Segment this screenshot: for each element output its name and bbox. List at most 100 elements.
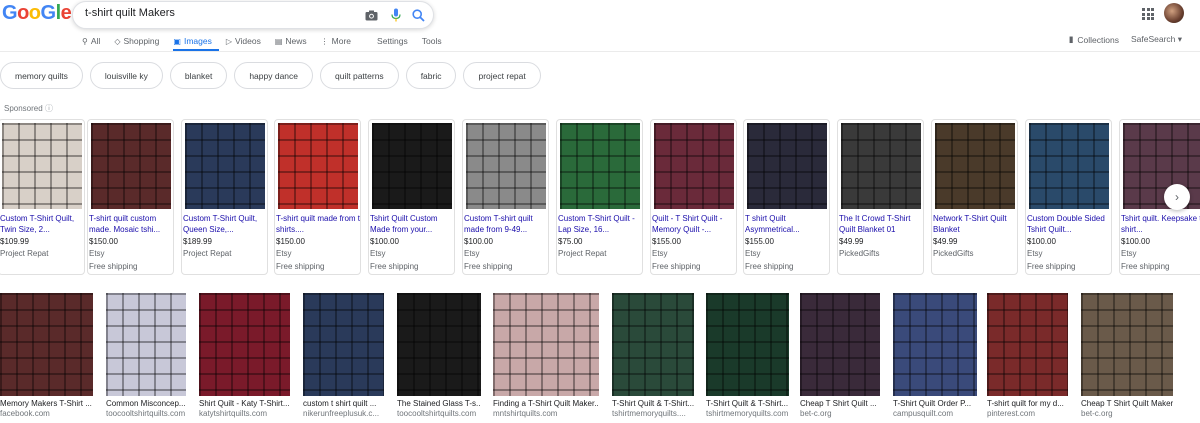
image-result[interactable]: Cheap T Shirt Quilt ... bet-c.org [800,293,880,419]
product-card[interactable]: Network T-Shirt Quilt Blanket $49.99 Picke… [931,119,1018,275]
product-image[interactable] [466,123,546,209]
product-card[interactable]: The It Crowd T-Shirt Quilt Blanket 01 $49… [837,119,924,275]
product-card[interactable]: Custom T-Shirt Quilt - Lap Size, 16... $7… [556,119,643,275]
avatar[interactable] [1164,3,1184,23]
image-result[interactable]: Finding a T-Shirt Quilt Maker... mntshirt… [493,293,599,419]
result-image[interactable] [493,293,599,396]
image-result[interactable]: T-shirt quilt for my d... pinterest.com [987,293,1068,419]
product-image[interactable] [841,123,921,209]
chip[interactable]: project repat [463,62,541,89]
chip[interactable]: quilt patterns [320,62,399,89]
product-card[interactable]: T-shirt quilt custom made. Mosaic tshi..… [87,119,174,275]
product-title[interactable]: Custom T-Shirt Quilt, Twin Size, 2... [0,213,84,235]
product-title[interactable]: Custom T-shirt quilt made from 9-49... [463,213,548,235]
product-card[interactable]: Quilt - T Shirt Quilt - Memory Quilt -..… [650,119,737,275]
result-image[interactable] [106,293,186,396]
result-title[interactable]: T-shirt quilt for my d... [987,399,1068,409]
product-card[interactable]: Tshirt Quilt Custom Made from your... $10… [368,119,455,275]
chip[interactable]: fabric [405,62,457,89]
settings-link[interactable]: Settings [377,34,408,48]
result-title[interactable]: Memory Makers T-Shirt ... [0,399,93,409]
product-title[interactable]: Custom T-Shirt Quilt, Queen Size,... [182,213,267,235]
search-box[interactable] [72,1,434,29]
result-title[interactable]: T-Shirt Quilt & T-Shirt... [706,399,789,409]
result-image[interactable] [0,293,93,396]
product-title[interactable]: Custom T-Shirt Quilt - Lap Size, 16... [557,213,642,235]
result-image[interactable] [1081,293,1173,396]
product-title[interactable]: Quilt - T Shirt Quilt - Memory Quilt -..… [651,213,736,235]
next-arrow-button[interactable]: › [1164,184,1190,210]
product-card[interactable]: Custom T-Shirt Quilt, Twin Size, 2... $10… [0,119,85,275]
tab-more[interactable]: ⋮ More [321,34,351,48]
result-image[interactable] [303,293,384,396]
result-title[interactable]: Shirt Quilt - Katy T-Shirt... [199,399,290,409]
tab-shopping[interactable]: ◇ Shopping [114,34,159,48]
product-card[interactable]: Custom Double Sided Tshirt Quilt... $100.… [1025,119,1112,275]
chip[interactable]: blanket [169,62,228,89]
microphone-icon[interactable] [388,7,404,23]
result-image[interactable] [199,293,290,396]
product-title[interactable]: T-shirt quilt made from t shirts.... [275,213,360,235]
info-icon[interactable]: ⓘ [45,104,53,113]
product-title[interactable]: T-shirt quilt custom made. Mosaic tshi..… [88,213,173,235]
product-image[interactable] [2,123,82,209]
result-title[interactable]: Finding a T-Shirt Quilt Maker... [493,399,599,409]
result-image[interactable] [987,293,1068,396]
product-image[interactable] [1029,123,1109,209]
camera-icon[interactable] [363,7,379,23]
product-image[interactable] [372,123,452,209]
result-title[interactable]: custom t shirt quilt ... [303,399,384,409]
image-result[interactable]: T-Shirt Quilt & T-Shirt... tshirtmemoryqu… [706,293,789,419]
product-title[interactable]: Custom Double Sided Tshirt Quilt... [1026,213,1111,235]
image-result[interactable]: T-Shirt Quilt Order P... campusquilt.com [893,293,977,419]
product-image[interactable] [185,123,265,209]
image-result[interactable]: Common Misconcep... toocooltshirtquilts.c… [106,293,186,419]
chip[interactable]: happy dance [234,62,314,89]
product-card[interactable]: Custom T-shirt quilt made from 9-49... $1… [462,119,549,275]
product-title[interactable]: Tshirt Quilt Custom Made from your... [369,213,454,235]
image-result[interactable]: The Stained Glass T-s... toocooltshirtqui… [397,293,481,419]
product-image[interactable] [747,123,827,209]
product-card[interactable]: T shirt Quilt Asymmetrical... $155.00 Etsy… [743,119,830,275]
product-title[interactable]: The It Crowd T-Shirt Quilt Blanket 01 [838,213,923,235]
search-icon[interactable] [410,7,426,23]
image-result[interactable]: T-Shirt Quilt & T-Shirt... tshirtmemoryqu… [612,293,694,419]
product-image[interactable] [654,123,734,209]
result-image[interactable] [706,293,789,396]
product-image[interactable] [935,123,1015,209]
tab-all[interactable]: ⚲ All [82,34,100,48]
result-title[interactable]: Cheap T Shirt Quilt ... [800,399,880,409]
result-title[interactable]: The Stained Glass T-s... [397,399,481,409]
collections-link[interactable]: ▮ Collections [1069,34,1119,45]
product-title[interactable]: Network T-Shirt Quilt Blanket [932,213,1017,235]
tools-link[interactable]: Tools [422,34,442,48]
image-result[interactable]: Cheap T Shirt Quilt Makers | ...bet-c.or… [1081,293,1173,419]
image-result[interactable]: Shirt Quilt - Katy T-Shirt... katytshirtq… [199,293,290,419]
result-image[interactable] [893,293,977,396]
product-image[interactable] [278,123,358,209]
product-card[interactable]: Custom T-Shirt Quilt, Queen Size,... $189… [181,119,268,275]
result-image[interactable] [397,293,481,396]
apps-grid-icon[interactable] [1142,8,1154,20]
result-title[interactable]: T-Shirt Quilt & T-Shirt... [612,399,694,409]
product-image[interactable] [560,123,640,209]
tab-videos[interactable]: ▷ Videos [226,34,261,48]
tab-images[interactable]: ▣ Images [173,34,211,48]
result-title[interactable]: Cheap T Shirt Quilt Makers | ... [1081,399,1173,409]
result-title[interactable]: T-Shirt Quilt Order P... [893,399,977,409]
result-image[interactable] [612,293,694,396]
product-title[interactable]: Tshirt quilt. Keepsake t-shirt... [1120,213,1200,235]
search-input[interactable] [85,7,345,19]
image-result[interactable]: custom t shirt quilt ... nikerunfreeplusu… [303,293,384,419]
google-logo[interactable]: GooGle [2,2,72,25]
result-image[interactable] [800,293,880,396]
chip[interactable]: louisville ky [89,62,163,89]
product-image[interactable] [91,123,171,209]
image-result[interactable]: Memory Makers T-Shirt ... facebook.com [0,293,93,419]
chip[interactable]: memory quilts [0,62,83,89]
result-title[interactable]: Common Misconcep... [106,399,186,409]
product-card[interactable]: T-shirt quilt made from t shirts.... $150… [274,119,361,275]
product-title[interactable]: T shirt Quilt Asymmetrical... [744,213,829,235]
safesearch-toggle[interactable]: SafeSearch ▾ [1131,34,1182,45]
tab-news[interactable]: ▤ News [275,34,307,48]
